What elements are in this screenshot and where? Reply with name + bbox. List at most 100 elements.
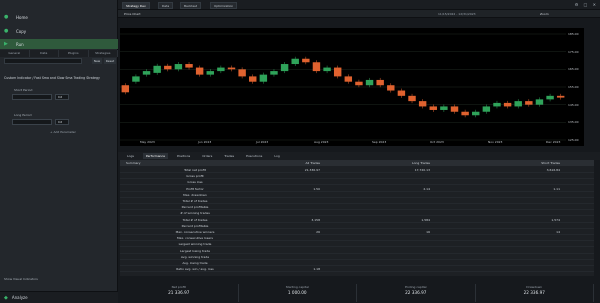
table-row[interactable]: Max. consecutive losers: [120, 235, 594, 242]
tab-positions[interactable]: Positions: [174, 153, 193, 159]
table-row[interactable]: Avg. losing trade: [120, 260, 594, 266]
table-row[interactable]: Gross loss: [120, 179, 594, 186]
short-period-input[interactable]: [12, 94, 52, 100]
candle[interactable]: [365, 79, 374, 86]
candle[interactable]: [291, 58, 299, 65]
add-parameter-button[interactable]: + Add Parameter: [50, 130, 76, 134]
candle[interactable]: [535, 99, 544, 105]
tab-log[interactable]: Log: [271, 153, 282, 159]
candle[interactable]: [503, 102, 512, 107]
candle[interactable]: [525, 101, 533, 105]
long-period-type[interactable]: Int: [55, 119, 69, 125]
candle[interactable]: [344, 76, 353, 82]
nav-item-copy[interactable]: ● Copy: [0, 26, 118, 36]
show-indicators-option[interactable]: Show Visual Indicators: [4, 277, 38, 281]
table-row[interactable]: Largest losing trade: [120, 248, 594, 254]
candle[interactable]: [397, 90, 406, 96]
candle[interactable]: [472, 111, 480, 116]
tab-backtest[interactable]: Backtest: [180, 2, 202, 9]
y-tick-label: 125.00: [568, 138, 579, 142]
candle[interactable]: [482, 106, 491, 112]
candle[interactable]: [280, 64, 289, 72]
window-controls[interactable]: ⚙ □ ✕: [575, 2, 598, 7]
candle[interactable]: [323, 67, 331, 72]
candle[interactable]: [238, 69, 246, 77]
table-row[interactable]: Avg. winning trade: [120, 254, 594, 260]
candle[interactable]: [556, 95, 565, 98]
table-cell: Gross profit: [186, 174, 204, 179]
long-period-input[interactable]: [12, 119, 52, 125]
table-row[interactable]: Max. drawdown: [120, 192, 594, 198]
candle[interactable]: [440, 106, 448, 110]
candle[interactable]: [312, 62, 321, 72]
tab-trades[interactable]: Trades: [221, 153, 237, 159]
subtab-strategies[interactable]: Strategies: [89, 50, 118, 57]
table-cell: Total # of trades: [182, 217, 208, 222]
table-cell: Avg. winning trade: [180, 254, 210, 259]
candle[interactable]: [514, 101, 522, 107]
table-row[interactable]: Ratio avg. win / avg. loss 1.18: [120, 266, 594, 273]
filter-input[interactable]: [4, 58, 82, 64]
table-row[interactable]: Max. consecutive winners 26 16 14: [120, 229, 594, 235]
table-row[interactable]: Largest winning trade: [120, 241, 594, 248]
table-cell: 1.18: [313, 267, 320, 272]
table-row[interactable]: Percent profitable: [120, 204, 594, 211]
run-icon: ▶: [4, 41, 8, 47]
candle[interactable]: [387, 85, 395, 91]
candle[interactable]: [493, 102, 501, 107]
tab-logs[interactable]: Logs: [124, 153, 137, 159]
candle[interactable]: [376, 79, 384, 86]
tab-orders[interactable]: Orders: [199, 153, 215, 159]
ending-capital-card: Ending capital 22 336.97: [357, 284, 476, 302]
candle[interactable]: [206, 71, 214, 75]
candle[interactable]: [132, 76, 140, 82]
nav-item-run[interactable]: ▶ Run: [0, 39, 118, 49]
tab-performance[interactable]: Performance: [142, 153, 168, 159]
candle[interactable]: [408, 95, 416, 102]
table-row[interactable]: Total net profit 21,336.97 17,720.13 3,616.…: [120, 167, 594, 173]
candle[interactable]: [302, 58, 310, 63]
tab-executions[interactable]: Executions: [243, 153, 265, 159]
analyze-bar[interactable]: ◆ Analyze: [0, 291, 118, 303]
candle[interactable]: [418, 101, 427, 107]
subtab-plugins[interactable]: Plugins: [59, 50, 89, 57]
new-button[interactable]: New: [92, 58, 102, 64]
table-row[interactable]: # of winning trades: [120, 210, 594, 217]
zoom-button[interactable]: Zoom: [540, 12, 549, 16]
candle[interactable]: [429, 106, 437, 110]
candle[interactable]: [153, 65, 161, 73]
short-period-type[interactable]: Int: [55, 94, 69, 100]
tab-optimization[interactable]: Optimization: [210, 2, 238, 9]
candle[interactable]: [546, 95, 554, 100]
candle[interactable]: [270, 71, 278, 75]
candle[interactable]: [333, 67, 342, 77]
price-chart[interactable]: [120, 28, 584, 146]
candle[interactable]: [450, 106, 459, 112]
table-row[interactable]: Percent profitable: [120, 223, 594, 229]
table-row[interactable]: Gross profit: [120, 173, 594, 180]
candle[interactable]: [195, 67, 204, 75]
candle[interactable]: [174, 64, 183, 70]
x-tick-label: May 2023: [140, 140, 155, 144]
candle[interactable]: [227, 67, 236, 70]
table-row[interactable]: Profit factor 1.50 2.14 1.11: [120, 186, 594, 192]
candle[interactable]: [249, 76, 257, 82]
candle[interactable]: [121, 85, 130, 93]
candle[interactable]: [217, 67, 225, 72]
candle[interactable]: [164, 65, 172, 70]
table-row[interactable]: Total # of trades: [120, 198, 594, 204]
tab-strategy-dev[interactable]: Strategy Dev: [122, 2, 150, 9]
candle[interactable]: [259, 74, 268, 82]
subtab-general[interactable]: General: [0, 50, 30, 57]
candle[interactable]: [142, 71, 151, 75]
tab-data[interactable]: Data: [158, 2, 174, 9]
candle[interactable]: [185, 64, 193, 68]
nav-item-home[interactable]: ● Home: [0, 12, 118, 22]
table-row[interactable]: Total # of trades 3,158 1,584 1,574: [120, 217, 594, 223]
reset-button[interactable]: Reset: [104, 58, 116, 64]
table-cell: Percent profitable: [181, 205, 209, 210]
candle[interactable]: [355, 81, 363, 86]
subtab-data[interactable]: Data: [30, 50, 59, 57]
net-profit-card: Net profit 21 336.97: [120, 284, 239, 302]
candle[interactable]: [461, 111, 469, 116]
